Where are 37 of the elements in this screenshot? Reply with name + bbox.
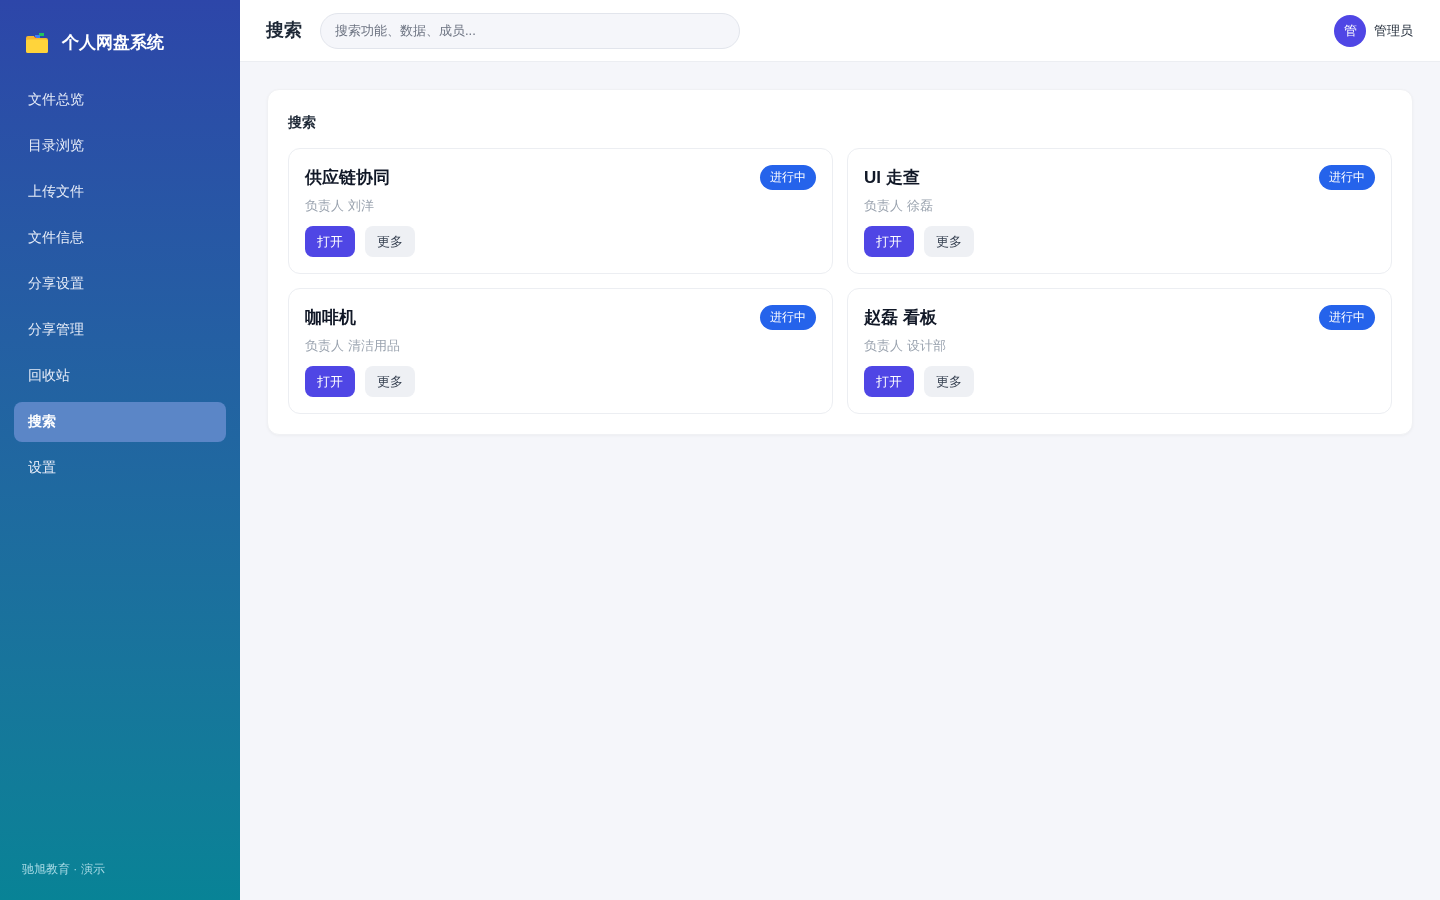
nav-item[interactable]: 回收站 <box>14 355 226 396</box>
folder-icon <box>26 32 48 53</box>
card-title: UI 走查 <box>864 166 920 189</box>
page-title: 搜索 <box>266 19 302 42</box>
panel-title: 搜索 <box>288 114 316 130</box>
status-badge: 进行中 <box>1319 305 1375 330</box>
status-badge: 进行中 <box>1319 165 1375 190</box>
card-owner: 负责人 设计部 <box>864 337 947 355</box>
card-owner: 负责人 刘洋 <box>305 197 375 215</box>
card-title: 供应链协同 <box>305 166 390 189</box>
status-badge: 进行中 <box>760 165 816 190</box>
user-avatar[interactable]: 管 <box>1334 14 1366 47</box>
search-field[interactable]: 搜索功能、数据、成员... <box>320 12 740 49</box>
open-button[interactable]: 打开 <box>864 226 914 257</box>
brand-title: 个人网盘系统 <box>62 32 164 54</box>
nav-item[interactable]: 文件总览 <box>14 79 226 120</box>
card-owner: 负责人 清洁用品 <box>305 337 401 355</box>
more-button[interactable]: 更多 <box>924 366 974 397</box>
nav-item[interactable]: 分享管理 <box>14 309 226 350</box>
nav-item[interactable]: 文件信息 <box>14 217 226 258</box>
footer-text: 驰旭教育 · 演示 <box>21 861 106 878</box>
open-button[interactable]: 打开 <box>864 366 914 397</box>
more-button[interactable]: 更多 <box>365 366 415 397</box>
nav-item[interactable]: 设置 <box>14 447 226 488</box>
nav-item[interactable]: 目录浏览 <box>14 125 226 166</box>
more-button[interactable]: 更多 <box>365 226 415 257</box>
nav-item[interactable]: 搜索 <box>14 401 226 442</box>
nav-item[interactable]: 上传文件 <box>14 171 226 212</box>
card-owner: 负责人 徐磊 <box>864 197 934 215</box>
card-title: 赵磊 看板 <box>864 306 937 329</box>
card-title: 咖啡机 <box>305 306 356 329</box>
status-badge: 进行中 <box>760 305 816 330</box>
open-button[interactable]: 打开 <box>305 366 355 397</box>
open-button[interactable]: 打开 <box>305 226 355 257</box>
user-name: 管理员 <box>1374 21 1413 40</box>
more-button[interactable]: 更多 <box>924 226 974 257</box>
nav-item[interactable]: 分享设置 <box>14 263 226 304</box>
